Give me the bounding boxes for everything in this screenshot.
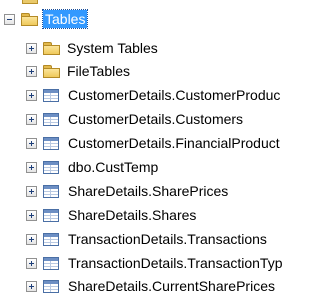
table-icon — [43, 88, 59, 102]
tree-node-table[interactable]: dbo.CustTemp — [26, 156, 160, 178]
expand-icon[interactable] — [26, 257, 37, 269]
tree-node-table[interactable]: CustomerDetails.Customers — [26, 108, 245, 130]
expand-icon[interactable] — [26, 65, 37, 77]
folder-icon — [21, 12, 38, 26]
table-icon — [43, 279, 59, 293]
table-icon — [43, 256, 59, 270]
tree-node-tables[interactable]: Tables — [4, 8, 89, 30]
collapse-icon[interactable] — [4, 13, 15, 25]
table-icon — [43, 112, 59, 126]
table-icon — [43, 160, 59, 174]
folder-icon — [22, 0, 38, 4]
expand-icon[interactable] — [26, 89, 37, 101]
table-icon — [43, 232, 59, 246]
tree-node-label[interactable]: ShareDetails.SharePrices — [66, 182, 230, 200]
table-icon — [43, 136, 59, 150]
tree-node-label[interactable]: TransactionDetails.Transactions — [66, 230, 269, 248]
expand-icon[interactable] — [26, 42, 37, 54]
tree-node-label[interactable]: FileTables — [65, 62, 132, 80]
tree-node-label[interactable]: ShareDetails.CurrentSharePrices — [66, 277, 277, 295]
tree-node-table[interactable]: CustomerDetails.CustomerProduc — [26, 84, 282, 106]
tree-node-table[interactable]: ShareDetails.SharePrices — [26, 180, 230, 202]
tree-node-table[interactable]: TransactionDetails.Transactions — [26, 228, 269, 250]
expand-icon[interactable] — [26, 113, 37, 125]
tree-node-label[interactable]: CustomerDetails.FinancialProduct — [66, 134, 282, 152]
tree-node-label[interactable]: dbo.CustTemp — [66, 158, 160, 176]
clipped-previous-node — [0, 0, 323, 6]
tree-node-label[interactable]: Tables — [41, 9, 89, 29]
tree-node-label[interactable]: CustomerDetails.Customers — [66, 110, 245, 128]
tree-node-table[interactable]: CustomerDetails.FinancialProduct — [26, 132, 282, 154]
tree-node-table[interactable]: ShareDetails.Shares — [26, 204, 198, 226]
expand-icon[interactable] — [26, 233, 37, 245]
tree-node-table[interactable]: TransactionDetails.TransactionTyp — [26, 252, 285, 274]
table-icon — [43, 208, 59, 222]
expand-icon[interactable] — [26, 185, 37, 197]
expand-icon[interactable] — [26, 209, 37, 221]
expand-icon[interactable] — [26, 161, 37, 173]
expand-icon[interactable] — [26, 280, 37, 292]
tree-node-filetables[interactable]: FileTables — [26, 60, 132, 82]
tree-node-label[interactable]: System Tables — [65, 39, 160, 57]
tree-node-label[interactable]: TransactionDetails.TransactionTyp — [66, 254, 285, 272]
folder-icon — [43, 64, 60, 78]
object-explorer-tree: Tables System Tables FileTables Customer… — [0, 0, 323, 300]
tree-node-label[interactable]: ShareDetails.Shares — [66, 206, 198, 224]
tree-node-system-tables[interactable]: System Tables — [26, 37, 160, 59]
folder-icon — [43, 41, 60, 55]
tree-node-label[interactable]: CustomerDetails.CustomerProduc — [66, 86, 282, 104]
table-icon — [43, 184, 59, 198]
tree-node-table[interactable]: ShareDetails.CurrentSharePrices — [26, 275, 277, 297]
expand-icon[interactable] — [26, 137, 37, 149]
